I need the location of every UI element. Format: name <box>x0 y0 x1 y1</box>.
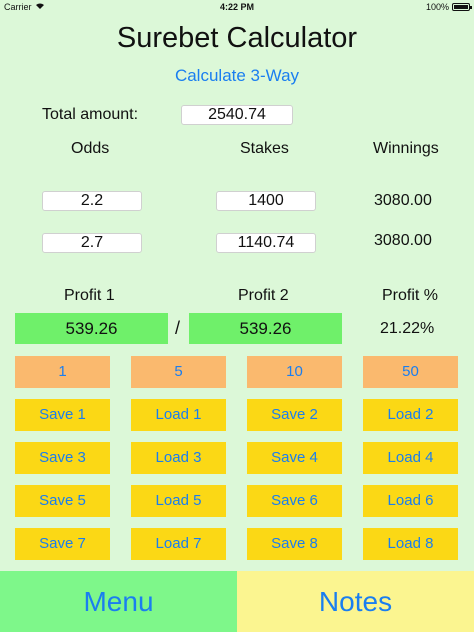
round-button-1[interactable]: 1 <box>15 356 110 388</box>
load-4-button[interactable]: Load 4 <box>363 442 458 474</box>
save-5-button[interactable]: Save 5 <box>15 485 110 517</box>
stakes-header: Stakes <box>240 140 289 157</box>
profit1-value: 539.26 <box>15 313 168 344</box>
save-6-button[interactable]: Save 6 <box>247 485 342 517</box>
load-6-button[interactable]: Load 6 <box>363 485 458 517</box>
notes-button-label: Notes <box>318 585 393 617</box>
save-4-button[interactable]: Save 4 <box>247 442 342 474</box>
save-3-button[interactable]: Save 3 <box>15 442 110 474</box>
status-time: 4:22 PM <box>219 2 254 12</box>
status-left: Carrier <box>4 2 45 12</box>
stake-input-2[interactable]: 1140.74 <box>216 233 316 253</box>
profit1-label: Profit 1 <box>64 287 115 304</box>
save-2-button[interactable]: Save 2 <box>247 399 342 431</box>
stake-input-1[interactable]: 1400 <box>216 191 316 211</box>
battery-icon <box>452 3 472 11</box>
winnings-header: Winnings <box>373 140 439 157</box>
profit-percent-value: 21.22% <box>380 320 435 337</box>
winnings-value-2: 3080.00 <box>374 232 432 249</box>
total-amount-input[interactable]: 2540.74 <box>181 105 293 125</box>
save-8-button[interactable]: Save 8 <box>247 528 342 560</box>
round-button-50[interactable]: 50 <box>363 356 458 388</box>
load-3-button[interactable]: Load 3 <box>131 442 226 474</box>
status-right: 100% <box>425 2 472 12</box>
notes-button[interactable]: Notes <box>237 571 474 632</box>
save-1-button[interactable]: Save 1 <box>15 399 110 431</box>
odds-input-1[interactable]: 2.2 <box>42 191 142 211</box>
profit-separator: / <box>175 318 181 338</box>
menu-button-label: Menu <box>83 585 154 617</box>
status-bar: Carrier 4:22 PM 100% <box>0 0 474 14</box>
load-8-button[interactable]: Load 8 <box>363 528 458 560</box>
wifi-icon <box>35 2 45 12</box>
load-7-button[interactable]: Load 7 <box>131 528 226 560</box>
load-5-button[interactable]: Load 5 <box>131 485 226 517</box>
total-amount-label: Total amount: <box>42 106 139 123</box>
round-button-10[interactable]: 10 <box>247 356 342 388</box>
load-2-button[interactable]: Load 2 <box>363 399 458 431</box>
winnings-value-1: 3080.00 <box>374 192 432 209</box>
round-button-5[interactable]: 5 <box>131 356 226 388</box>
menu-button[interactable]: Menu <box>0 571 237 632</box>
calculate-3way-link[interactable]: Calculate 3-Way <box>0 66 474 86</box>
save-7-button[interactable]: Save 7 <box>15 528 110 560</box>
odds-header: Odds <box>71 140 110 157</box>
profit-percent-label: Profit % <box>382 287 439 304</box>
battery-percent: 100% <box>425 2 449 12</box>
odds-input-2[interactable]: 2.7 <box>42 233 142 253</box>
profit2-value: 539.26 <box>189 313 342 344</box>
profit2-label: Profit 2 <box>238 287 289 304</box>
load-1-button[interactable]: Load 1 <box>131 399 226 431</box>
carrier-label: Carrier <box>4 2 32 12</box>
page-title: Surebet Calculator <box>116 22 358 54</box>
